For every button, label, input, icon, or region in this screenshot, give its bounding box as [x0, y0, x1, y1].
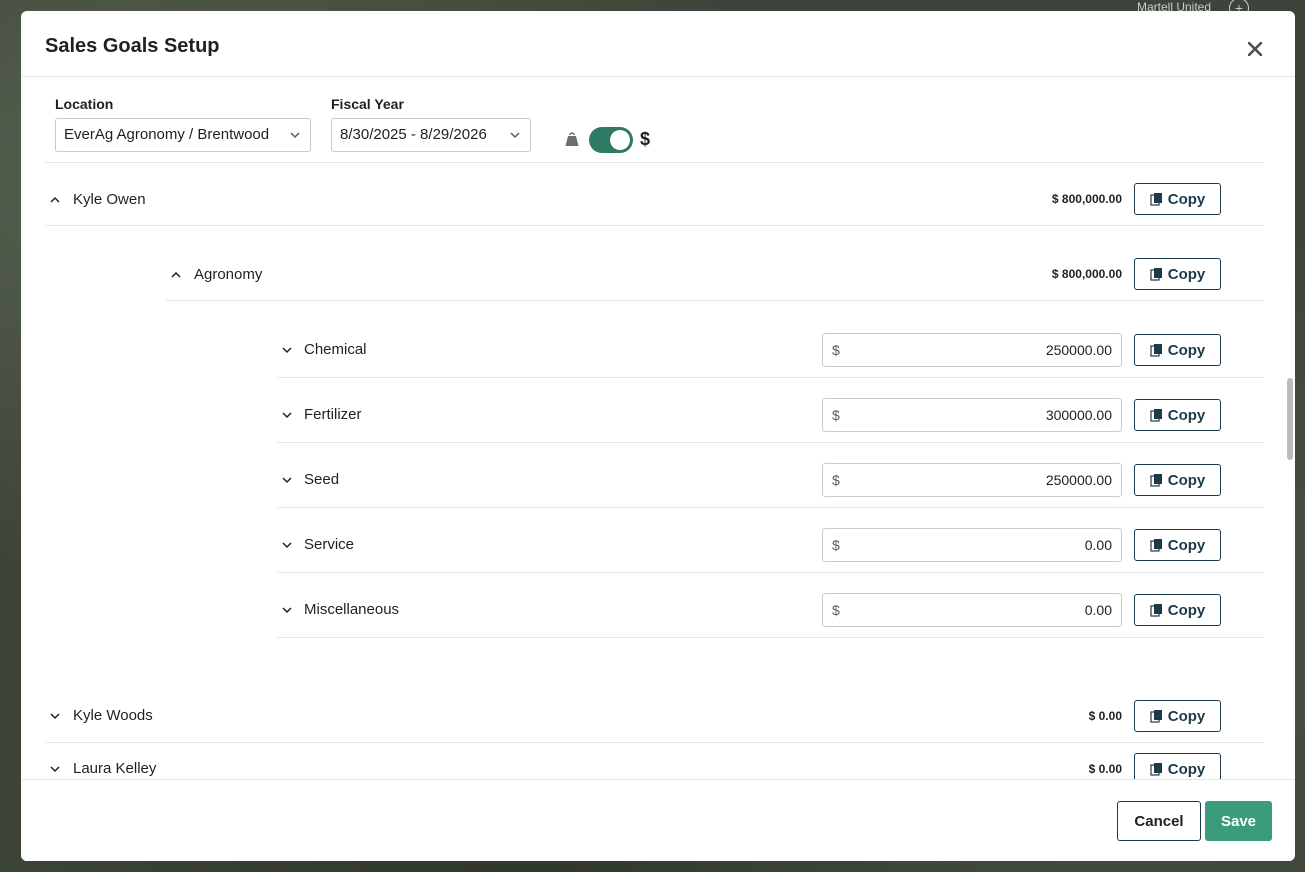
toggle-knob [610, 130, 630, 150]
chevron-down-icon[interactable] [281, 474, 293, 486]
currency-prefix: $ [832, 537, 840, 553]
modal-header: Sales Goals Setup [21, 11, 1295, 77]
copy-button[interactable]: Copy [1134, 183, 1221, 215]
copy-icon [1150, 193, 1162, 206]
amount-input[interactable]: $ 0.00 [822, 528, 1122, 562]
copy-button[interactable]: Copy [1134, 464, 1221, 496]
save-button[interactable]: Save [1205, 801, 1272, 841]
location-label: Location [55, 96, 114, 112]
copy-icon [1150, 539, 1162, 552]
copy-icon [1150, 268, 1162, 281]
dollar-toggle-label: $ [640, 129, 651, 149]
copy-label: Copy [1167, 471, 1206, 489]
copy-button[interactable]: Copy [1134, 399, 1221, 431]
subcategory-row-seed: Seed $ 250000.00 Copy [277, 453, 1264, 508]
category-name: Agronomy [194, 266, 263, 283]
chevron-down-icon[interactable] [281, 344, 293, 356]
salesperson-row-kyle-owen: Kyle Owen $ 800,000.00 Copy [45, 173, 1264, 226]
location-value: EverAg Agronomy / Brentwood [64, 126, 270, 143]
subcategory-name: Service [304, 536, 355, 553]
copy-icon [1150, 409, 1162, 422]
category-row-agronomy: Agronomy $ 800,000.00 Copy [166, 248, 1264, 301]
currency-prefix: $ [832, 472, 840, 488]
copy-button[interactable]: Copy [1134, 258, 1221, 290]
subcategory-name: Seed [304, 471, 340, 488]
amount-input[interactable]: $ 0.00 [822, 593, 1122, 627]
copy-label: Copy [1167, 190, 1206, 208]
salesperson-name: Kyle Woods [73, 707, 153, 724]
chevron-down-icon[interactable] [281, 539, 293, 551]
close-icon[interactable] [1245, 39, 1265, 59]
copy-button[interactable]: Copy [1134, 529, 1221, 561]
chevron-down-icon[interactable] [49, 763, 61, 775]
amount-input[interactable]: $ 250000.00 [822, 463, 1122, 497]
amount-value: 250000.00 [1045, 342, 1112, 358]
salesperson-name: Kyle Owen [73, 191, 146, 208]
currency-prefix: $ [832, 342, 840, 358]
units-toggle[interactable] [589, 127, 633, 153]
cancel-button[interactable]: Cancel [1117, 801, 1201, 841]
copy-icon [1150, 344, 1162, 357]
chevron-down-icon[interactable] [49, 710, 61, 722]
fiscal-year-select[interactable]: 8/30/2025 - 8/29/2026 [331, 118, 531, 152]
chevron-up-icon[interactable] [170, 269, 182, 281]
sales-goals-modal: Sales Goals Setup Location EverAg Agrono… [21, 11, 1295, 861]
subcategory-name: Miscellaneous [304, 601, 400, 618]
subcategory-name: Fertilizer [304, 406, 362, 423]
amount-value: 0.00 [1084, 602, 1112, 618]
salesperson-total: $ 0.00 [1088, 762, 1122, 776]
amount-value: 0.00 [1084, 537, 1112, 553]
copy-label: Copy [1167, 601, 1206, 619]
location-select[interactable]: EverAg Agronomy / Brentwood [55, 118, 311, 152]
scrollbar-thumb[interactable] [1287, 378, 1293, 460]
subcategory-name: Chemical [304, 341, 367, 358]
copy-label: Copy [1167, 406, 1206, 424]
fiscal-year-value: 8/30/2025 - 8/29/2026 [340, 126, 487, 143]
copy-icon [1150, 604, 1162, 617]
amount-input[interactable]: $ 250000.00 [822, 333, 1122, 367]
category-total: $ 800,000.00 [1051, 267, 1122, 281]
subcategory-row-fertilizer: Fertilizer $ 300000.00 Copy [277, 388, 1264, 443]
fiscal-year-label: Fiscal Year [331, 96, 404, 112]
copy-icon [1150, 763, 1162, 776]
subcategory-row-chemical: Chemical $ 250000.00 Copy [277, 323, 1264, 378]
filters-bar: Location EverAg Agronomy / Brentwood Fis… [45, 77, 1264, 163]
amount-value: 300000.00 [1045, 407, 1112, 423]
copy-label: Copy [1167, 536, 1206, 554]
salesperson-name: Laura Kelley [73, 760, 157, 777]
chevron-down-icon[interactable] [281, 409, 293, 421]
currency-prefix: $ [832, 602, 840, 618]
copy-label: Copy [1167, 760, 1206, 778]
copy-button[interactable]: Copy [1134, 334, 1221, 366]
amount-input[interactable]: $ 300000.00 [822, 398, 1122, 432]
salesperson-total: $ 800,000.00 [1051, 192, 1122, 206]
modal-title: Sales Goals Setup [45, 35, 220, 57]
copy-icon [1150, 474, 1162, 487]
chevron-down-icon[interactable] [281, 604, 293, 616]
chevron-up-icon[interactable] [49, 194, 61, 206]
salesperson-total: $ 0.00 [1088, 709, 1122, 723]
copy-button[interactable]: Copy [1134, 594, 1221, 626]
copy-label: Copy [1167, 707, 1206, 725]
copy-label: Copy [1167, 341, 1206, 359]
chevron-down-icon [510, 132, 520, 139]
weight-icon [565, 132, 579, 146]
amount-value: 250000.00 [1045, 472, 1112, 488]
copy-icon [1150, 710, 1162, 723]
chevron-down-icon [290, 132, 300, 139]
copy-button[interactable]: Copy [1134, 700, 1221, 732]
copy-label: Copy [1167, 265, 1206, 283]
salesperson-row-kyle-woods: Kyle Woods $ 0.00 Copy [45, 690, 1264, 743]
currency-prefix: $ [832, 407, 840, 423]
subcategory-row-service: Service $ 0.00 Copy [277, 518, 1264, 573]
modal-footer: Cancel Save [21, 779, 1295, 861]
subcategory-row-miscellaneous: Miscellaneous $ 0.00 Copy [277, 583, 1264, 638]
